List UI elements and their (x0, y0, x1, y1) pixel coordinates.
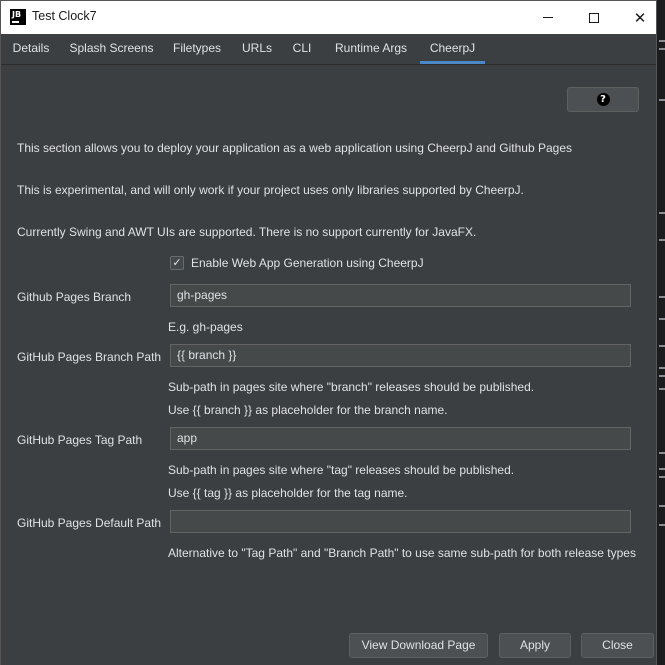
default-path-label: GitHub Pages Default Path (17, 516, 162, 530)
tab-details[interactable]: Details (4, 34, 58, 64)
help-button[interactable]: ? (567, 87, 639, 112)
tab-urls[interactable]: URLs (234, 34, 280, 64)
apply-button[interactable]: Apply (499, 633, 571, 658)
tag-path-hint-2: Use {{ tag }} as placeholder for the tag… (168, 486, 408, 500)
window-title: Test Clock7 (32, 9, 97, 23)
help-icon: ? (596, 93, 610, 106)
close-button[interactable]: Close (581, 633, 654, 658)
minimize-icon (543, 17, 553, 18)
tab-runtime-args[interactable]: Runtime Args (326, 34, 416, 64)
background-text-fragment (659, 505, 665, 507)
default-path-hint: Alternative to "Tag Path" and "Branch Pa… (168, 546, 636, 560)
tab-cli[interactable]: CLI (285, 34, 319, 64)
tag-path-label: GitHub Pages Tag Path (17, 433, 143, 447)
minimize-button[interactable] (525, 1, 571, 34)
background-text-fragment (659, 40, 665, 42)
branch-path-label: GitHub Pages Branch Path (17, 350, 162, 364)
description-intro: This section allows you to deploy your a… (17, 141, 572, 155)
title-bar[interactable]: JB Test Clock7 ✕ (1, 1, 656, 34)
maximize-button[interactable] (571, 1, 617, 34)
branch-hint: E.g. gh-pages (168, 320, 243, 334)
tab-label: CLI (292, 41, 312, 55)
background-text-fragment (659, 296, 665, 298)
background-window-edge (656, 0, 665, 665)
branch-path-hint-2: Use {{ branch }} as placeholder for the … (168, 403, 448, 417)
background-text-fragment (659, 318, 665, 320)
app-icon-underline (12, 21, 19, 23)
background-text-fragment (659, 388, 665, 390)
tab-label: Runtime Args (334, 41, 408, 55)
enable-webapp-checkbox[interactable]: ✓ (170, 256, 184, 270)
background-text-fragment (659, 524, 665, 526)
tab-splash-screens[interactable]: Splash Screens (63, 34, 160, 64)
description-experimental: This is experimental, and will only work… (17, 183, 524, 197)
background-text-fragment (659, 239, 665, 241)
branch-field[interactable]: gh-pages (170, 284, 631, 307)
enable-webapp-row: ✓ Enable Web App Generation using Cheerp… (170, 256, 424, 270)
view-download-page-button[interactable]: View Download Page (349, 633, 488, 658)
close-window-button[interactable]: ✕ (617, 1, 663, 34)
branch-path-hint-1: Sub-path in pages site where "branch" re… (168, 380, 535, 394)
background-text-fragment (659, 375, 665, 377)
dialog-window: JB Test Clock7 ✕ Details Splash Screens … (0, 0, 657, 665)
background-text-fragment (659, 367, 665, 369)
tab-label: Filetypes (172, 41, 222, 55)
tag-path-hint-1: Sub-path in pages site where "tag" relea… (168, 463, 515, 477)
tab-label: CheerpJ (429, 41, 476, 55)
tab-label: Details (12, 41, 50, 55)
branch-path-field[interactable]: {{ branch }} (170, 344, 631, 367)
tab-filetypes[interactable]: Filetypes (165, 34, 229, 64)
background-text-fragment (659, 345, 665, 347)
branch-label: Github Pages Branch (17, 290, 132, 304)
tab-label: Splash Screens (69, 41, 154, 55)
maximize-icon (589, 12, 599, 23)
enable-webapp-label[interactable]: Enable Web App Generation using CheerpJ (191, 256, 424, 270)
tag-path-field[interactable]: app (170, 427, 631, 450)
app-icon-text: JB (12, 10, 22, 19)
background-text-fragment (659, 212, 665, 214)
tab-bar: Details Splash Screens Filetypes URLs CL… (1, 34, 656, 65)
background-text-fragment (659, 99, 665, 101)
background-text-fragment (659, 452, 665, 454)
close-icon: ✕ (633, 8, 647, 27)
description-support: Currently Swing and AWT UIs are supporte… (17, 225, 477, 239)
default-path-field[interactable] (170, 510, 631, 533)
background-text-fragment (659, 476, 665, 478)
jetbrains-app-icon: JB (10, 9, 26, 25)
cheerpj-panel: ? This section allows you to deploy your… (1, 65, 656, 665)
background-text-fragment (659, 468, 665, 470)
tab-label: URLs (241, 41, 272, 55)
background-text-fragment (659, 48, 665, 50)
tab-cheerpj[interactable]: CheerpJ (420, 34, 485, 64)
